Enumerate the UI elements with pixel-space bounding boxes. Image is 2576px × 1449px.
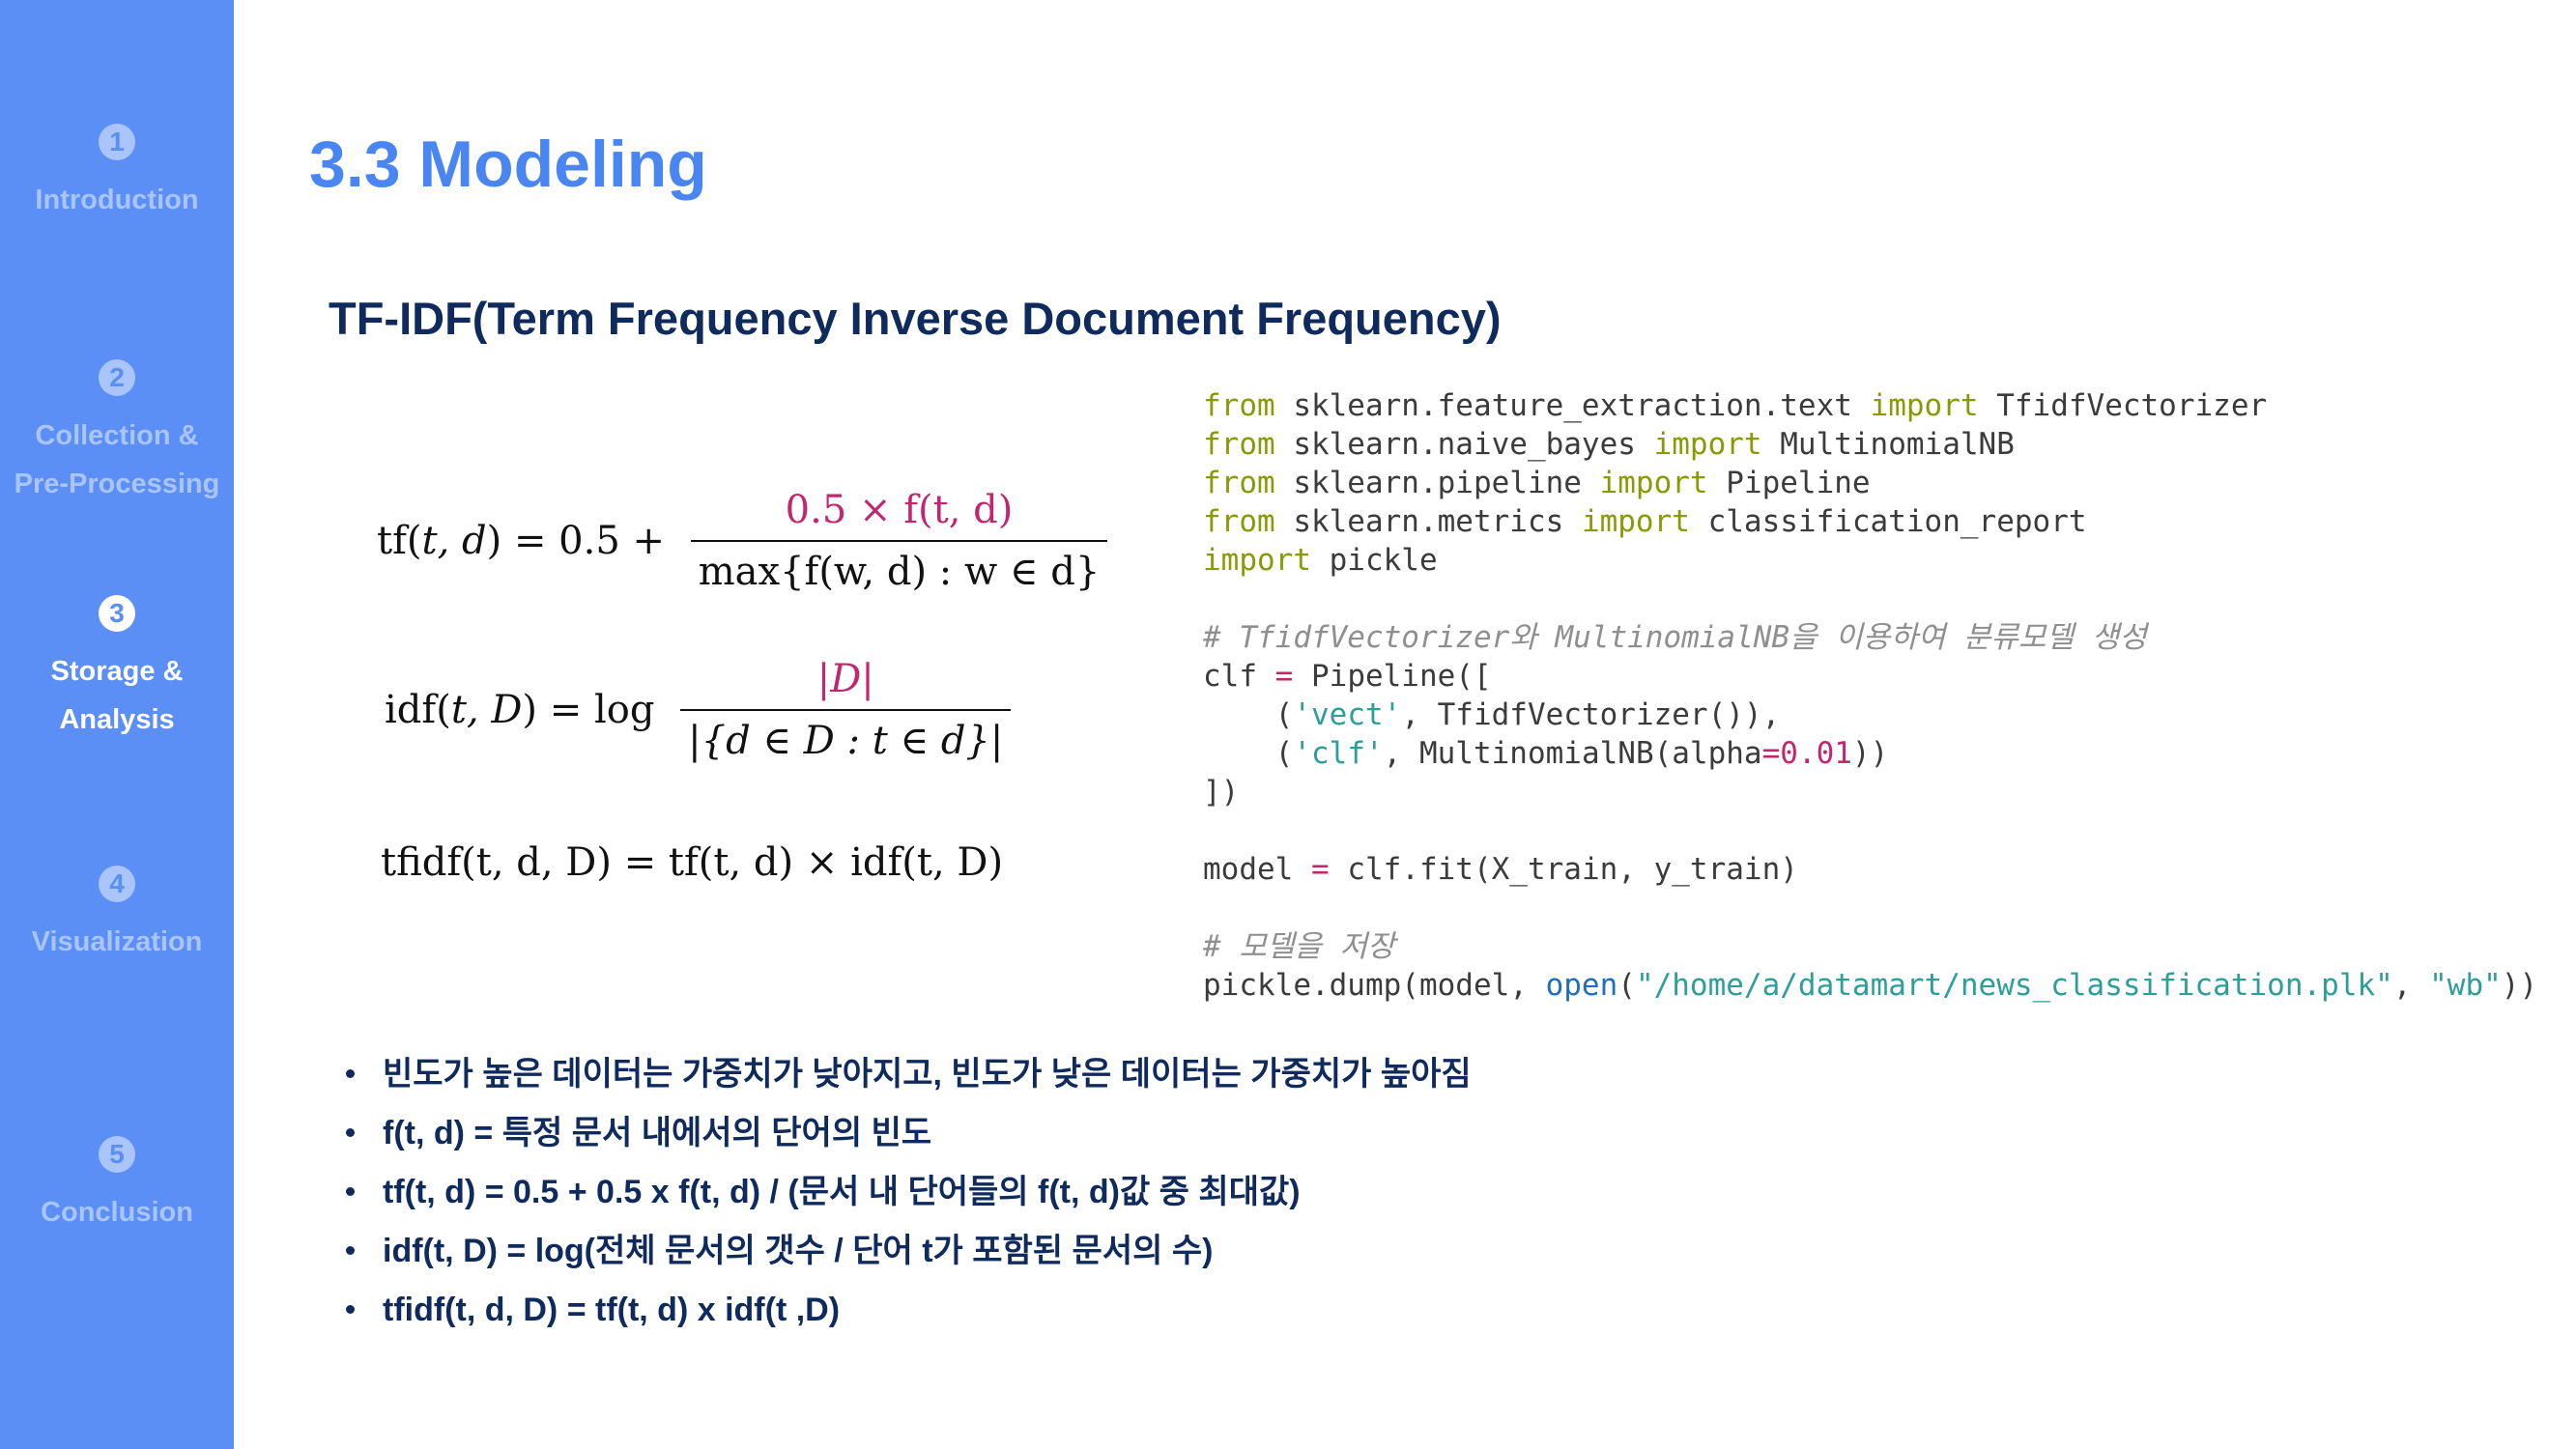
bullet-dot-icon	[346, 1069, 355, 1078]
code-line: from sklearn.naive_bayes import Multinom…	[1203, 427, 2015, 462]
idf-denominator: |{d ∈ D : t ∈ d}|	[688, 719, 1004, 763]
code-line: from sklearn.feature_extraction.text imp…	[1203, 388, 2268, 423]
sidebar-item-collection[interactable]: 2 Collection & Pre-Processing	[0, 359, 234, 508]
sidebar-item-conclusion[interactable]: 5 Conclusion	[0, 1136, 234, 1236]
sidebar-item-label: Pre-Processing	[14, 469, 220, 499]
code-line: ])	[1203, 775, 1240, 810]
code-comment: # TfidfVectorizer와 MultinomialNB을 이용하여 분…	[1203, 620, 2147, 655]
bullet-dot-icon	[346, 1305, 355, 1314]
tf-args: t, d	[421, 519, 487, 563]
idf-eq: = log	[549, 688, 655, 732]
sidebar-item-introduction[interactable]: 1 Introduction	[0, 124, 234, 224]
code-block: from sklearn.feature_extraction.text imp…	[1203, 386, 2537, 1005]
bullet-list: 빈도가 높은 데이터는 가중치가 낮아지고, 빈도가 낮은 데이터는 가중치가 …	[344, 1050, 1472, 1345]
code-line: ('clf', MultinomialNB(alpha=0.01))	[1203, 736, 1889, 771]
code-line: ('vect', TfidfVectorizer()),	[1203, 697, 1781, 732]
tfidf-formula: tfidf(t, d, D) = tf(t, d) × idf(t, D)	[381, 840, 1004, 885]
tf-numerator: 0.5 × f(t, d)	[690, 488, 1108, 542]
sidebar-item-label: Conclusion	[41, 1197, 193, 1228]
code-line: pickle.dump(model, open("/home/a/datamar…	[1203, 968, 2538, 1003]
bullet-dot-icon	[346, 1187, 355, 1196]
bullet-dot-icon	[346, 1246, 355, 1255]
section-title: TF-IDF(Term Frequency Inverse Document F…	[329, 293, 1502, 344]
step-number-badge: 2	[99, 359, 135, 396]
sidebar: 1 Introduction 2 Collection & Pre-Proces…	[0, 0, 234, 1449]
sidebar-item-label: Collection &	[35, 420, 199, 451]
step-number-badge: 4	[99, 866, 135, 902]
bullet-item: idf(t, D) = log(전체 문서의 갯수 / 단어 t가 포함된 문서…	[344, 1227, 1472, 1286]
bullet-item: 빈도가 높은 데이터는 가중치가 낮아지고, 빈도가 낮은 데이터는 가중치가 …	[344, 1050, 1472, 1109]
step-number-badge: 5	[99, 1136, 135, 1173]
step-number-badge: 3	[99, 595, 135, 632]
idf-formula: idf(t, D) = log |D| |{d ∈ D : t ∈ d}|	[385, 657, 1012, 763]
sidebar-item-storage[interactable]: 3 Storage & Analysis	[0, 595, 234, 744]
tf-eq: = 0.5 +	[513, 519, 666, 563]
code-line: import pickle	[1203, 543, 1438, 578]
code-line: from sklearn.pipeline import Pipeline	[1203, 466, 1871, 500]
idf-numerator: |D|	[680, 657, 1012, 711]
bullet-item: tf(t, d) = 0.5 + 0.5 x f(t, d) / (문서 내 단…	[344, 1168, 1472, 1227]
code-line: clf = Pipeline([	[1203, 659, 1492, 694]
step-number-badge: 1	[99, 124, 135, 160]
tf-denominator: max{f(w, d) : w ∈ d}	[698, 550, 1101, 594]
tf-fn: tf	[377, 519, 407, 563]
sidebar-item-visualization[interactable]: 4 Visualization	[0, 866, 234, 966]
code-line: model = clf.fit(X_train, y_train)	[1203, 852, 1798, 887]
page-title: 3.3 Modeling	[309, 128, 707, 201]
sidebar-item-label: Visualization	[31, 926, 203, 957]
bullet-dot-icon	[346, 1128, 355, 1137]
sidebar-item-label: Introduction	[35, 185, 199, 215]
sidebar-item-label: Analysis	[59, 704, 175, 735]
idf-args: t, D	[450, 688, 523, 732]
bullet-item: f(t, d) = 특정 문서 내에서의 단어의 빈도	[344, 1109, 1472, 1168]
sidebar-item-label: Storage &	[50, 656, 184, 687]
idf-fn: idf	[385, 688, 437, 732]
bullet-item: tfidf(t, d, D) = tf(t, d) x idf(t ,D)	[344, 1286, 1472, 1345]
code-line: from sklearn.metrics import classificati…	[1203, 504, 2087, 539]
code-comment: # 모델을 저장	[1203, 929, 1395, 964]
tf-formula: tf(t, d) = 0.5 + 0.5 × f(t, d) max{f(w, …	[377, 488, 1108, 594]
